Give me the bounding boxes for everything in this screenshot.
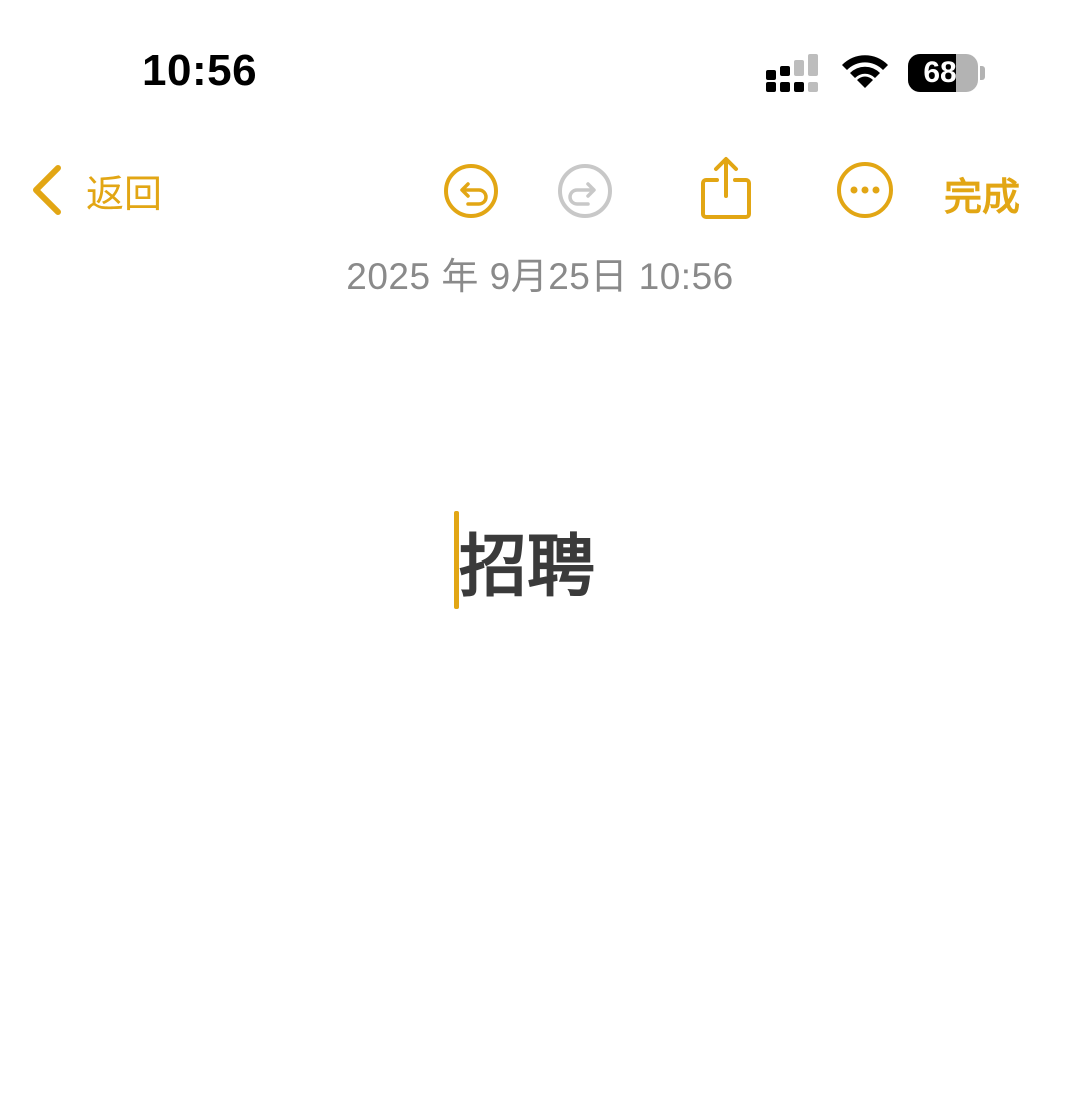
battery-nub [980,66,985,80]
done-button[interactable]: 完成 [944,166,1020,221]
undo-icon[interactable] [442,162,500,220]
battery-icon: 68 [908,54,978,92]
status-icons: 68 [764,50,994,96]
status-time: 10:56 [142,46,258,95]
note-date: 2025 年 9月25日 10:56 [346,256,734,297]
cellular-signal-icon [766,54,818,92]
share-icon[interactable] [700,156,752,220]
note-editor[interactable]: 招聘 [454,510,595,610]
back-button[interactable]: 返回 [30,162,162,218]
more-icon[interactable] [835,160,895,220]
wifi-icon [842,55,888,88]
chevron-left-icon [33,165,61,215]
redo-icon[interactable] [556,162,614,220]
back-label: 返回 [86,173,163,216]
note-title[interactable]: 招聘 [459,511,595,610]
battery-level: 68 [923,56,957,89]
